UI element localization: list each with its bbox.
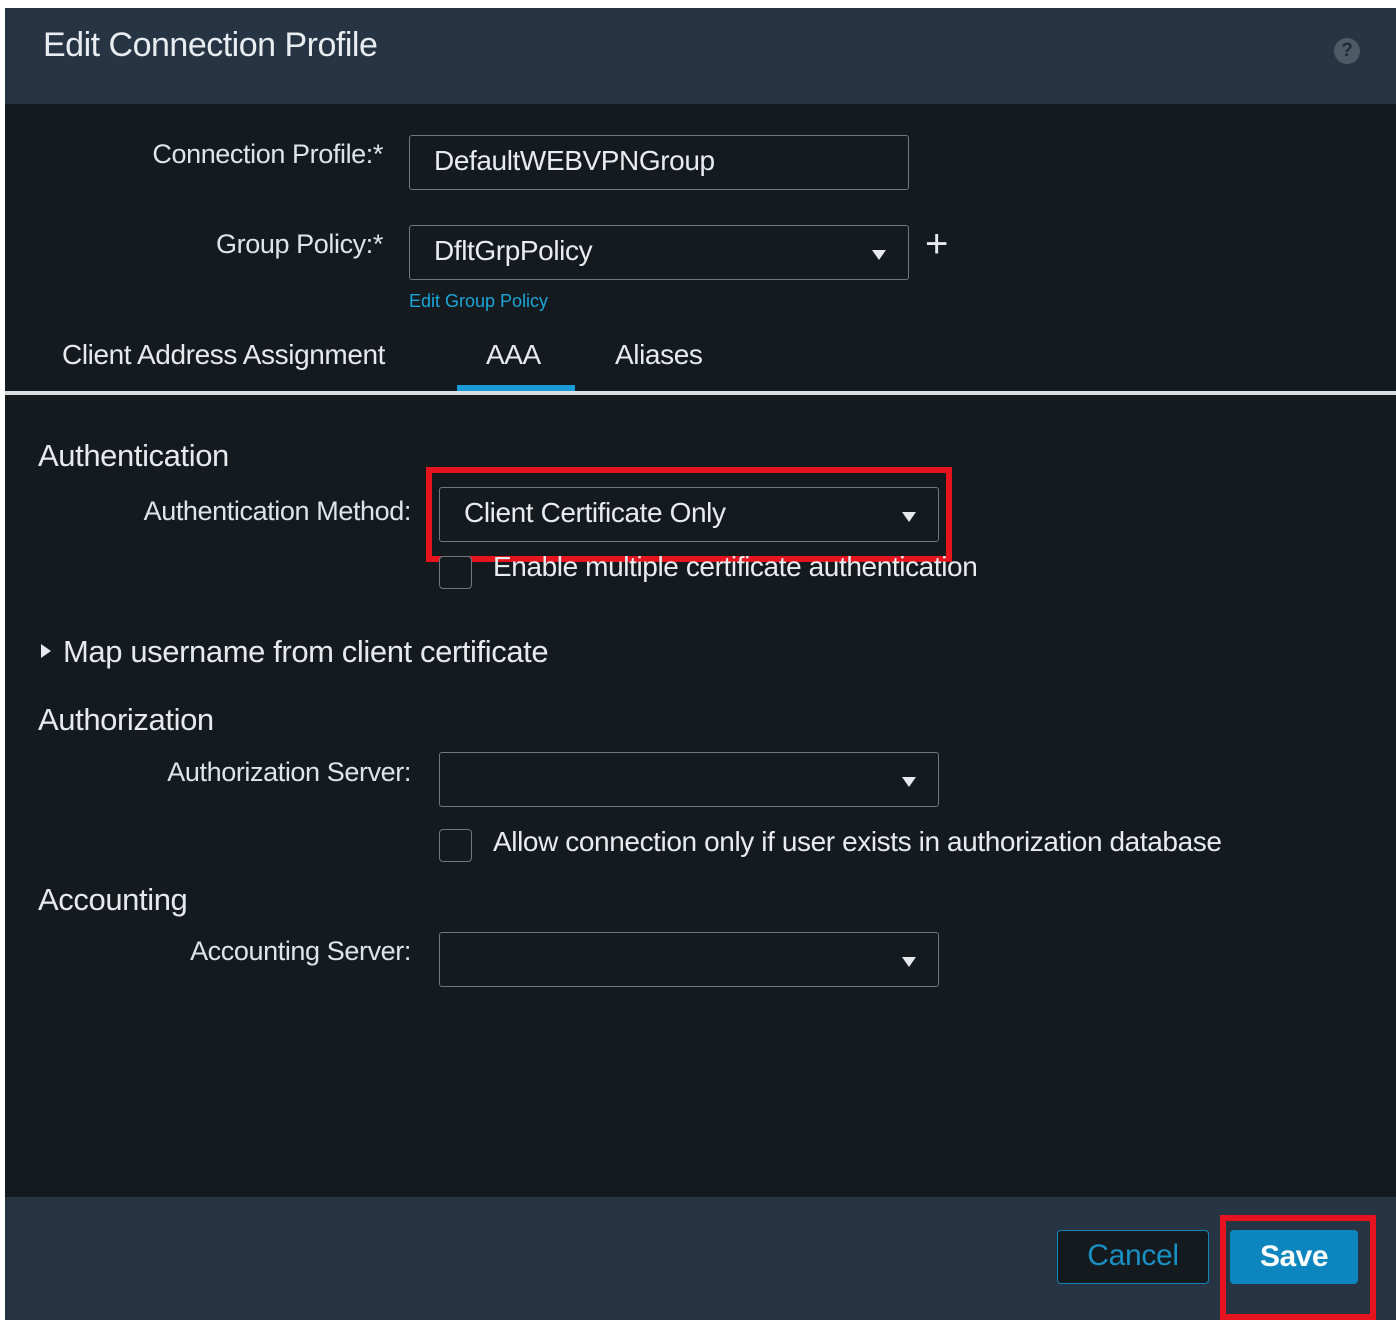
tab-aaa[interactable]: AAA: [486, 339, 541, 371]
authentication-method-label: Authentication Method:: [143, 496, 412, 526]
map-username-label: Map username from client certificate: [63, 634, 549, 669]
edit-group-policy-link[interactable]: Edit Group Policy: [409, 291, 548, 312]
map-username-expander[interactable]: Map username from client certificate: [41, 634, 549, 670]
edit-connection-profile-dialog: Edit Connection Profile ? Connection Pro…: [5, 8, 1396, 1320]
connection-profile-label: Connection Profile:*: [152, 139, 383, 169]
tab-divider: [5, 391, 1396, 395]
connection-profile-input[interactable]: DefaultWEBVPNGroup: [409, 135, 909, 190]
allow-connection-label: Allow connection only if user exists in …: [493, 826, 1222, 857]
caret-right-icon: [41, 643, 51, 658]
dialog-header: Edit Connection Profile ?: [5, 8, 1396, 104]
plus-icon[interactable]: +: [925, 224, 948, 264]
group-policy-select[interactable]: DfltGrpPolicy: [409, 225, 909, 280]
authorization-heading: Authorization: [38, 702, 214, 737]
authorization-server-select[interactable]: [439, 752, 939, 807]
authorization-server-label: Authorization Server:: [167, 757, 411, 787]
authentication-heading: Authentication: [38, 438, 229, 473]
cancel-button[interactable]: Cancel: [1057, 1230, 1209, 1284]
dialog-title: Edit Connection Profile: [43, 26, 378, 64]
accounting-server-select[interactable]: [439, 932, 939, 987]
connection-profile-value: DefaultWEBVPNGroup: [434, 145, 715, 176]
group-policy-value: DfltGrpPolicy: [434, 235, 593, 266]
highlight-box: [1220, 1215, 1376, 1320]
help-icon[interactable]: ?: [1334, 38, 1360, 64]
highlight-box: [426, 467, 952, 562]
tab-client-address-assignment[interactable]: Client Address Assignment: [62, 339, 385, 371]
multiple-cert-auth-label: Enable multiple certificate authenticati…: [493, 551, 978, 582]
accounting-server-label: Accounting Server:: [190, 936, 411, 966]
chevron-down-icon: [872, 250, 886, 260]
allow-connection-checkbox[interactable]: [439, 829, 472, 862]
multiple-cert-auth-checkbox[interactable]: [439, 556, 472, 589]
accounting-heading: Accounting: [38, 882, 188, 917]
group-policy-label: Group Policy:*: [216, 229, 383, 259]
chevron-down-icon: [902, 957, 916, 967]
chevron-down-icon: [902, 777, 916, 787]
tab-aliases[interactable]: Aliases: [615, 339, 703, 371]
